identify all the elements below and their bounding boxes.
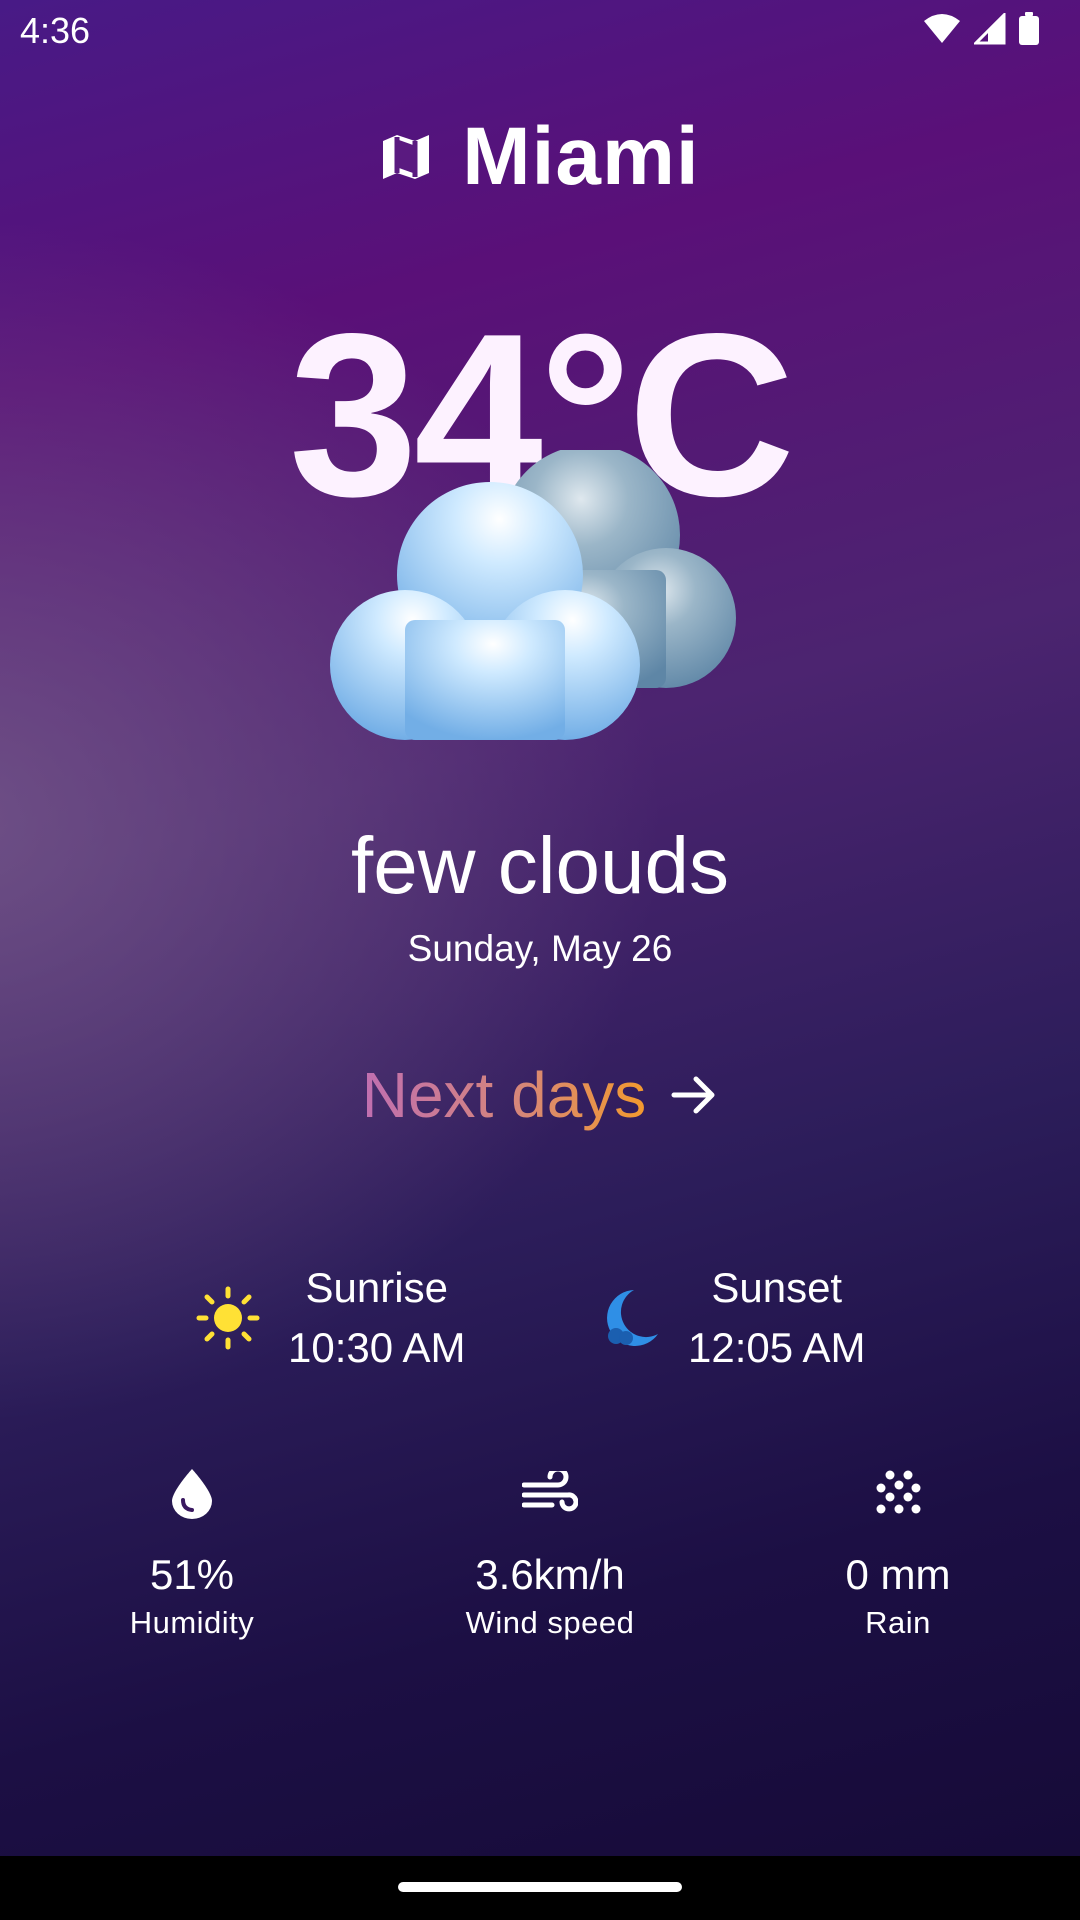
city-name: Miami (462, 111, 700, 202)
sunrise-text: Sunrise 10:30 AM (288, 1258, 465, 1378)
humidity-value: 51% (149, 1551, 235, 1598)
wind-icon (522, 1465, 578, 1521)
status-icons (922, 12, 1040, 46)
battery-icon (1019, 12, 1039, 45)
humidity-stat: 51% Humidity (32, 1465, 352, 1641)
weather-description: few clouds (351, 821, 729, 910)
rain-stat: 0 mm Rain (738, 1465, 1058, 1641)
wifi-icon (924, 14, 960, 43)
sunrise: Sunrise 10:30 AM (196, 1258, 465, 1378)
humidity-label: Humidity (129, 1605, 255, 1640)
home-gesture-handle[interactable] (398, 1882, 682, 1892)
sunrise-label: Sunrise (305, 1264, 448, 1311)
city-header: Miami (0, 110, 1080, 204)
wind-stat: 3.6km/h Wind speed (390, 1465, 710, 1641)
sun-icon (196, 1286, 260, 1350)
current-date: Sunday, May 26 (407, 928, 673, 969)
moon-icon (607, 1290, 658, 1346)
few-clouds-icon (330, 450, 736, 740)
status-time: 4:36 (20, 10, 91, 51)
water-drop-icon (170, 1465, 214, 1521)
wind-label: Wind speed (465, 1605, 635, 1640)
sunset-time: 12:05 AM (688, 1324, 866, 1371)
status-bar: 4:36 (0, 0, 1080, 64)
rain-dots-icon (874, 1465, 922, 1521)
arrow-right-icon (671, 1076, 715, 1114)
sunset: Sunset 12:05 AM (604, 1258, 865, 1378)
sun-times: Sunrise 10:30 AM Sunset 12:05 AM (0, 1258, 1080, 1378)
navigation-bar (0, 1856, 1080, 1920)
sunrise-time: 10:30 AM (288, 1324, 466, 1371)
next-days-label: Next days (361, 1059, 647, 1131)
sunset-label: Sunset (711, 1264, 843, 1311)
signal-icon (974, 13, 1006, 45)
weather-stats: 51% Humidity 3.6km/h Wind speed 0 mm Rai… (0, 1465, 1080, 1665)
sunset-text: Sunset 12:05 AM (688, 1258, 865, 1378)
map-icon (383, 135, 430, 179)
next-days-button[interactable]: Next days (0, 1058, 1080, 1132)
weather-screen: 4:36 Miami 34°C few clouds Sunday, May 2… (0, 0, 1080, 1920)
wind-value: 3.6km/h (475, 1551, 625, 1598)
rain-label: Rain (865, 1605, 931, 1640)
rain-value: 0 mm (845, 1551, 951, 1598)
